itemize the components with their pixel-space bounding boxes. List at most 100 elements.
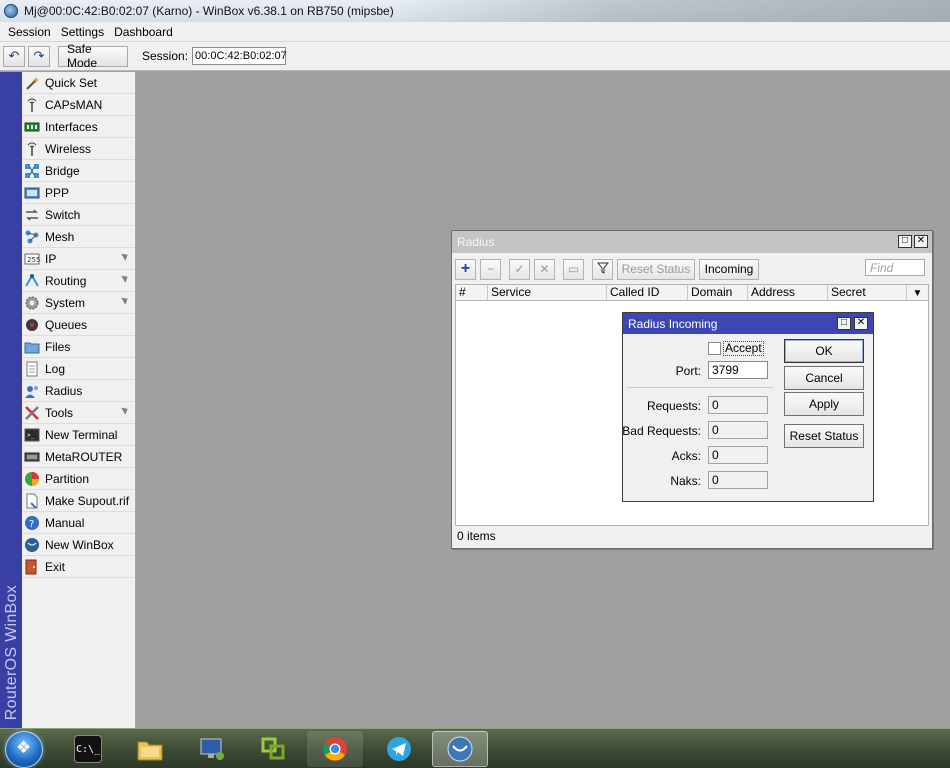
safe-mode-button[interactable]: Safe Mode [58, 42, 128, 70]
sidebar-item-tools[interactable]: Tools [22, 402, 135, 424]
terminal-icon: C:\_ [74, 735, 102, 763]
close-icon: ✕ [916, 235, 926, 246]
sidebar-item-radius[interactable]: Radius [22, 380, 135, 402]
column-header[interactable]: # [456, 285, 488, 300]
filter-button[interactable] [592, 258, 613, 280]
sidebar-item-routing[interactable]: Routing [22, 270, 135, 292]
enable-button[interactable]: ✓ [509, 258, 530, 280]
interface-card-icon [24, 119, 40, 135]
sidebar-item-ppp[interactable]: PPP [22, 182, 135, 204]
check-icon: ✓ [514, 262, 525, 276]
sidebar-item-mesh[interactable]: Mesh [22, 226, 135, 248]
sidebar-item-quick-set[interactable]: Quick Set [22, 72, 135, 94]
sidebar-item-partition[interactable]: Partition [22, 468, 135, 490]
port-field[interactable]: 3799 [708, 361, 768, 379]
column-header[interactable]: Called ID [607, 285, 688, 300]
column-header[interactable]: Secret [828, 285, 907, 300]
accept-label[interactable]: Accept [723, 341, 764, 356]
winbox-icon [24, 537, 40, 553]
menu-session[interactable]: Session [4, 25, 57, 39]
sidebar-item-manual[interactable]: ? Manual [22, 512, 135, 534]
mesh-icon [24, 229, 40, 245]
sidebar-item-label: Wireless [45, 141, 92, 156]
sidebar-item-switch[interactable]: Switch [22, 204, 135, 226]
start-button[interactable] [5, 731, 43, 768]
taskbar-app-explorer[interactable] [122, 731, 178, 767]
undo-button[interactable]: ↶ [3, 45, 25, 67]
sidebar-item-log[interactable]: Log [22, 358, 135, 380]
columns-dropdown-button[interactable]: ▼ [907, 285, 928, 300]
port-label: Port: [675, 364, 701, 378]
column-header[interactable]: Service [488, 285, 607, 300]
svg-text:255: 255 [27, 256, 40, 264]
sidebar-item-interfaces[interactable]: Interfaces [22, 116, 135, 138]
dialog-title-bar[interactable]: Radius Incoming [623, 313, 873, 334]
taskbar-app-winbox[interactable] [432, 731, 488, 767]
monitor-icon [198, 735, 226, 763]
sidebar-item-make-supout[interactable]: Make Supout.rif [22, 490, 135, 512]
incoming-button[interactable]: Incoming [699, 258, 759, 280]
sidebar-item-label: Tools [45, 405, 74, 420]
redo-icon: ↷ [33, 48, 45, 63]
reset-status-button[interactable]: Reset Status [617, 258, 695, 280]
sidebar-item-label: Switch [45, 207, 81, 222]
sidebar-item-ip[interactable]: 255 IP [22, 248, 135, 270]
maximize-button[interactable]: □ [837, 317, 851, 330]
sidebar-item-capsman[interactable]: CAPsMAN [22, 94, 135, 116]
folder-icon [136, 735, 164, 763]
sidebar-item-new-terminal[interactable]: >_ New Terminal [22, 424, 135, 446]
redo-button[interactable]: ↷ [28, 45, 50, 67]
taskbar-app-telegram[interactable] [371, 731, 427, 767]
reset-status-button[interactable]: Reset Status [784, 424, 864, 448]
sidebar-item-exit[interactable]: Exit [22, 556, 135, 578]
ok-button[interactable]: OK [784, 339, 864, 363]
apply-button[interactable]: Apply [784, 392, 864, 416]
cancel-button[interactable]: Cancel [784, 366, 864, 390]
winbox-icon [446, 735, 474, 763]
menu-settings[interactable]: Settings [57, 25, 110, 39]
antenna-icon [24, 97, 40, 113]
find-input[interactable]: Find [865, 259, 925, 276]
sidebar-item-queues[interactable]: Queues [22, 314, 135, 336]
remove-button[interactable]: − [480, 258, 501, 280]
switch-icon [24, 207, 40, 223]
submenu-arrow-icon [121, 273, 130, 283]
taskbar-app-vmware[interactable] [246, 731, 302, 767]
close-button[interactable]: ✕ [854, 317, 868, 330]
requests-label: Requests: [646, 399, 701, 413]
sidebar-item-metarouter[interactable]: MetaROUTER [22, 446, 135, 468]
taskbar-app-chrome[interactable] [307, 731, 363, 767]
disable-button[interactable]: ✕ [534, 258, 555, 280]
radius-window-title-bar[interactable]: Radius [452, 231, 932, 253]
vmware-icon [260, 735, 288, 763]
window-title-bar: Mj@00:0C:42:B0:02:07 (Karno) - WinBox v6… [0, 0, 950, 22]
sidebar-item-label: New WinBox [45, 537, 114, 552]
comment-button[interactable]: ▭ [563, 258, 584, 280]
maximize-button[interactable]: □ [898, 235, 912, 248]
sidebar-item-wireless[interactable]: Wireless [22, 138, 135, 160]
radius-table-header: # Service Called ID Domain Address Secre… [455, 284, 929, 301]
sidebar-item-files[interactable]: Files [22, 336, 135, 358]
taskbar-app-remote-desktop[interactable] [184, 731, 240, 767]
menu-dashboard[interactable]: Dashboard [110, 25, 179, 39]
sidebar-item-new-winbox[interactable]: New WinBox [22, 534, 135, 556]
ppp-icon [24, 185, 40, 201]
sidebar-item-system[interactable]: System [22, 292, 135, 314]
accept-checkbox[interactable] [708, 342, 721, 355]
close-button[interactable]: ✕ [914, 235, 928, 248]
status-bar: 0 items [455, 525, 929, 545]
chevron-down-icon: ▼ [912, 288, 923, 299]
brand-strip: RouterOS WinBox [0, 72, 22, 728]
column-header[interactable]: Address [748, 285, 828, 300]
sidebar-item-label: Quick Set [45, 75, 98, 90]
submenu-arrow-icon [121, 405, 130, 415]
sidebar-item-label: MetaROUTER [45, 449, 123, 464]
column-header[interactable]: Domain [688, 285, 748, 300]
taskbar-app-cmd[interactable]: C:\_ [60, 731, 116, 767]
gear-icon [24, 295, 40, 311]
add-button[interactable]: + [455, 258, 476, 280]
log-icon [24, 361, 40, 377]
session-field[interactable]: 00:0C:42:B0:02:07 [192, 47, 287, 65]
queue-icon [24, 317, 40, 333]
sidebar-item-bridge[interactable]: Bridge [22, 160, 135, 182]
